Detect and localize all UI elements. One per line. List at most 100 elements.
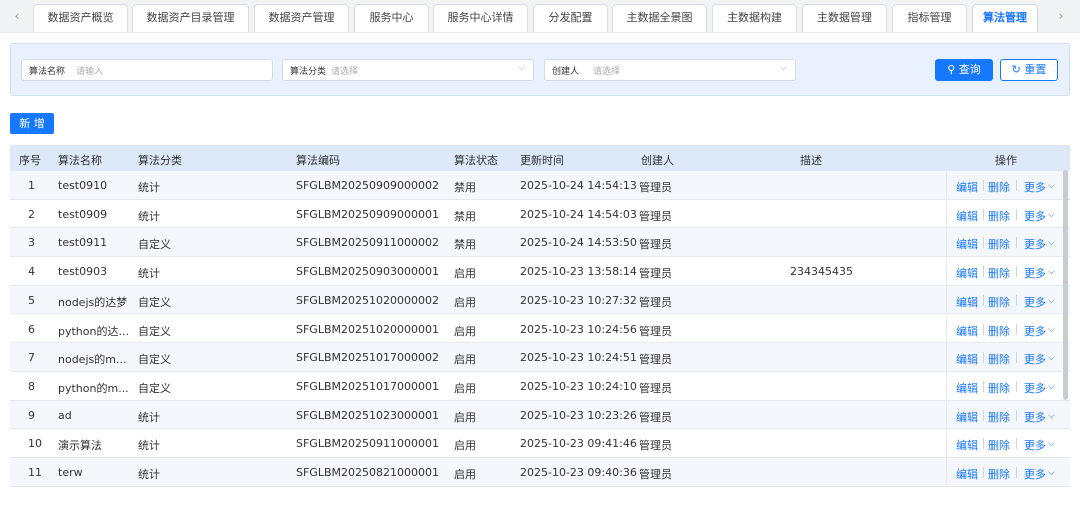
more-link[interactable]: 更多 xyxy=(1024,208,1046,224)
edit-link[interactable]: 编辑 xyxy=(956,294,978,310)
cell-status: 禁用 xyxy=(454,238,476,252)
edit-link[interactable]: 编辑 xyxy=(956,351,978,367)
more-link[interactable]: 更多 xyxy=(1024,323,1046,339)
cell-name: nodejs的达梦 xyxy=(58,295,128,309)
cell-status: 禁用 xyxy=(454,209,476,223)
delete-link[interactable]: 删除 xyxy=(988,466,1010,482)
query-button[interactable]: ⚲ 查询 xyxy=(935,59,993,81)
more-link[interactable]: 更多 xyxy=(1024,351,1046,367)
edit-link[interactable]: 编辑 xyxy=(956,236,978,252)
divider xyxy=(983,409,984,421)
table-header: 序号 算法名称 算法分类 算法编码 算法状态 更新时间 创建人 描述 操作 xyxy=(10,145,1070,171)
more-link[interactable]: 更多 xyxy=(1024,409,1046,425)
delete-link[interactable]: 删除 xyxy=(988,265,1010,281)
cell-code: SFGLBM20251017000001 xyxy=(296,379,439,393)
tab-item[interactable]: 主数据管理 xyxy=(802,4,887,32)
divider xyxy=(983,323,984,335)
chevron-down-icon: ⌵ xyxy=(1048,381,1055,392)
table-scrollbar[interactable] xyxy=(1063,170,1068,400)
tab-item[interactable]: 数据资产目录管理 xyxy=(132,4,249,32)
edit-link[interactable]: 编辑 xyxy=(956,466,978,482)
row-operations: 编辑 删除 更多 ⌵ xyxy=(946,228,1070,257)
more-link[interactable]: 更多 xyxy=(1024,265,1046,281)
algorithm-name-field[interactable]: 算法名称 请输入 xyxy=(21,59,273,81)
header-operations: 操作 xyxy=(995,154,1017,167)
chevron-down-icon: ⌵ xyxy=(1048,181,1055,191)
edit-link[interactable]: 编辑 xyxy=(956,265,978,281)
chevron-down-icon: ⌵ xyxy=(1048,324,1055,335)
more-link[interactable]: 更多 xyxy=(1024,179,1046,195)
delete-link[interactable]: 删除 xyxy=(988,380,1010,396)
row-operations: 编辑 删除 更多 ⌵ xyxy=(946,400,1070,429)
cell-index: 2 xyxy=(28,207,35,221)
more-link[interactable]: 更多 xyxy=(1024,380,1046,396)
edit-link[interactable]: 编辑 xyxy=(956,323,978,339)
cell-index: 6 xyxy=(28,322,35,336)
chevron-right-icon[interactable]: › xyxy=(1054,6,1068,26)
cell-category: 自定义 xyxy=(138,238,171,252)
row-operations: 编辑 删除 更多 ⌵ xyxy=(946,429,1070,457)
cell-index: 11 xyxy=(28,466,42,479)
creator-select[interactable]: 创建人 请选择 ⌵ xyxy=(544,59,796,81)
divider xyxy=(1016,266,1017,278)
cell-updated: 2025-10-24 14:53:50 xyxy=(520,236,637,250)
edit-link[interactable]: 编辑 xyxy=(956,179,978,195)
cell-category: 统计 xyxy=(138,267,160,281)
delete-link[interactable]: 删除 xyxy=(988,437,1010,453)
row-operations: 编辑 删除 更多 ⌵ xyxy=(946,171,1070,199)
delete-link[interactable]: 删除 xyxy=(988,208,1010,224)
delete-link[interactable]: 删除 xyxy=(988,294,1010,310)
edit-link[interactable]: 编辑 xyxy=(956,208,978,224)
cell-index: 5 xyxy=(28,293,35,307)
more-link[interactable]: 更多 xyxy=(1024,236,1046,252)
row-operations: 编辑 删除 更多 ⌵ xyxy=(946,343,1070,371)
add-button[interactable]: 新 增 xyxy=(10,113,54,134)
cell-name: nodejs的m... xyxy=(58,353,127,367)
delete-link[interactable]: 删除 xyxy=(988,351,1010,367)
reset-button[interactable]: ↻ 重置 xyxy=(1000,59,1058,81)
cell-status: 启用 xyxy=(454,468,476,481)
delete-link[interactable]: 删除 xyxy=(988,236,1010,252)
algorithm-category-select[interactable]: 算法分类 请选择 ⌵ xyxy=(282,59,534,81)
chevron-down-icon: ⌵ xyxy=(1048,238,1055,249)
algorithm-name-label: 算法名称 xyxy=(29,67,66,77)
divider xyxy=(983,380,984,392)
tab-item[interactable]: 算法管理 xyxy=(972,4,1038,32)
divider xyxy=(983,294,984,306)
algorithm-name-input[interactable]: 请输入 xyxy=(76,64,103,77)
cell-code: SFGLBM20250911000002 xyxy=(296,236,439,250)
edit-link[interactable]: 编辑 xyxy=(956,409,978,425)
more-link[interactable]: 更多 xyxy=(1024,466,1046,482)
edit-link[interactable]: 编辑 xyxy=(956,380,978,396)
divider xyxy=(983,352,984,364)
table-row: 2 test0909 统计 SFGLBM20250909000001 禁用 2025-10… xyxy=(10,199,1070,229)
tab-item[interactable]: 主数据构建 xyxy=(712,4,797,32)
tab-item[interactable]: 分发配置 xyxy=(533,4,608,32)
tab-item[interactable]: 数据资产概览 xyxy=(33,4,128,32)
more-link[interactable]: 更多 xyxy=(1024,437,1046,453)
cell-name: test0909 xyxy=(58,207,108,221)
more-link[interactable]: 更多 xyxy=(1024,294,1046,310)
delete-link[interactable]: 删除 xyxy=(988,409,1010,425)
header-status: 算法状态 xyxy=(454,154,498,167)
cell-index: 8 xyxy=(28,379,35,393)
tab-item[interactable]: 指标管理 xyxy=(892,4,967,32)
cell-creator: 管理员 xyxy=(639,267,672,281)
delete-link[interactable]: 删除 xyxy=(988,179,1010,195)
tab-item[interactable]: 服务中心 xyxy=(354,4,429,32)
cell-code: SFGLBM20251020000002 xyxy=(296,293,439,307)
cell-category: 统计 xyxy=(138,439,160,453)
cell-creator: 管理员 xyxy=(639,353,672,367)
cell-name: python的m... xyxy=(58,381,129,395)
cell-name: test0903 xyxy=(58,265,108,279)
cell-updated: 2025-10-23 10:24:56 xyxy=(520,322,637,336)
delete-link[interactable]: 删除 xyxy=(988,323,1010,339)
chevron-left-icon[interactable]: ‹ xyxy=(10,6,24,26)
row-operations: 编辑 删除 更多 ⌵ xyxy=(946,458,1070,486)
edit-link[interactable]: 编辑 xyxy=(956,437,978,453)
cell-category: 自定义 xyxy=(138,381,171,395)
tab-item[interactable]: 主数据全景图 xyxy=(612,4,707,32)
search-panel: 算法名称 请输入 算法分类 请选择 ⌵ 创建人 请选择 ⌵ ⚲ 查询 ↻ 重置 xyxy=(10,43,1070,96)
tab-item[interactable]: 服务中心详情 xyxy=(433,4,528,32)
tab-item[interactable]: 数据资产管理 xyxy=(254,4,349,32)
